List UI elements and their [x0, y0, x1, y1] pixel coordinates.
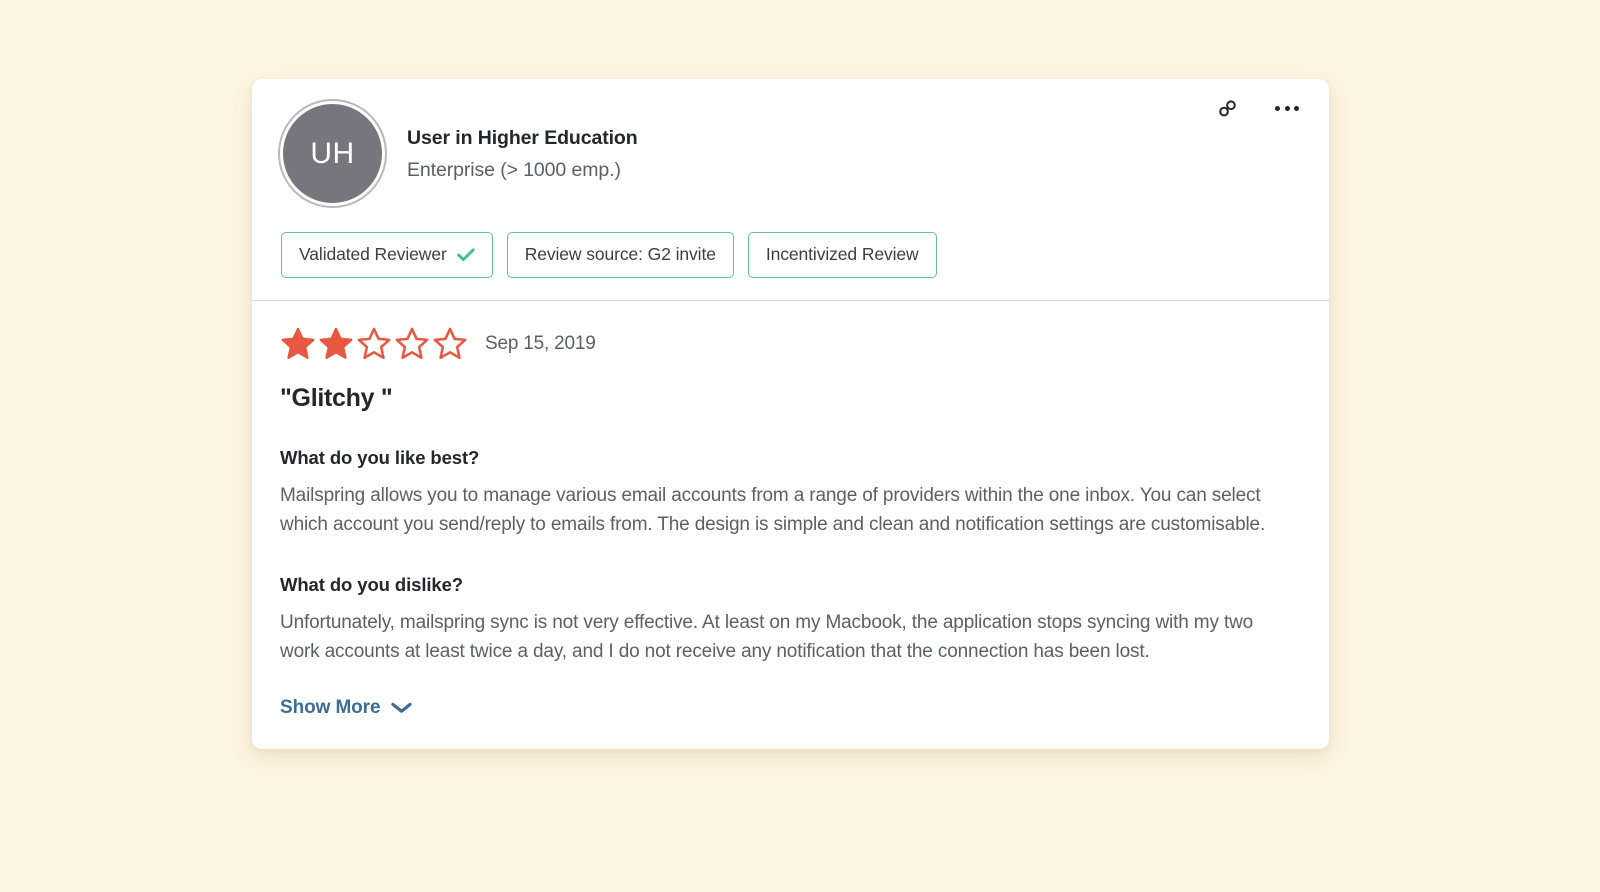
review-card-body: Sep 15, 2019 "Glitchy " What do you like… — [252, 301, 1329, 749]
header-actions — [1212, 93, 1303, 124]
badge-review-source[interactable]: Review source: G2 invite — [506, 232, 734, 278]
show-more-button[interactable]: Show More — [280, 696, 413, 719]
qa-answer: Unfortunately, mailspring sync is not ve… — [280, 611, 1254, 663]
star-rating — [280, 327, 468, 361]
more-options-button[interactable] — [1271, 102, 1303, 115]
star-icon-empty-3 — [357, 327, 391, 360]
badge-label: Review source: G2 invite — [524, 244, 716, 264]
reviewer-details: User in Higher Education Enterprise (> 1… — [407, 123, 638, 185]
star-icon-empty-4 — [395, 327, 429, 360]
qa-block-like-best: What do you like best? Mailspring allows… — [280, 447, 1301, 540]
show-more-label: Show More — [280, 696, 381, 718]
rating-row: Sep 15, 2019 — [280, 327, 1301, 361]
qa-question: What do you like best? — [280, 447, 480, 468]
badge-label: Incentivized Review — [765, 244, 919, 264]
star-icon-filled-2 — [319, 327, 353, 359]
review-date: Sep 15, 2019 — [485, 333, 596, 354]
reviewer-company-size: Enterprise (> 1000 emp.) — [407, 159, 621, 182]
qa-answer: Mailspring allows you to manage various … — [280, 485, 1266, 536]
qa-question: What do you dislike? — [280, 573, 464, 595]
avatar: UH — [280, 101, 385, 206]
share-link-button[interactable] — [1212, 93, 1243, 124]
review-title: "Glitchy " — [280, 384, 393, 412]
badge-label: Validated Reviewer — [299, 244, 447, 264]
reviewer-name: User in Higher Education — [407, 126, 638, 149]
page-background: UH User in Higher Education Enterprise (… — [0, 0, 1600, 892]
star-icon-empty-5 — [433, 327, 467, 360]
badge-validated-reviewer[interactable]: Validated Reviewer — [281, 232, 493, 278]
review-card-header: UH User in Higher Education Enterprise (… — [252, 79, 1329, 300]
qa-block-dislike: What do you dislike? Unfortunately, mail… — [280, 574, 1301, 667]
star-icon-filled-1 — [281, 327, 315, 359]
ellipsis-icon — [1275, 106, 1299, 111]
badge-row: Validated Reviewer Review source: G2 inv… — [281, 232, 1301, 278]
badge-incentivized-review[interactable]: Incentivized Review — [747, 232, 937, 278]
review-card: UH User in Higher Education Enterprise (… — [252, 79, 1329, 749]
chevron-down-icon — [391, 702, 413, 713]
link-icon — [1219, 100, 1236, 117]
reviewer-identity: UH User in Higher Education Enterprise (… — [280, 101, 1301, 206]
check-icon — [456, 247, 475, 262]
